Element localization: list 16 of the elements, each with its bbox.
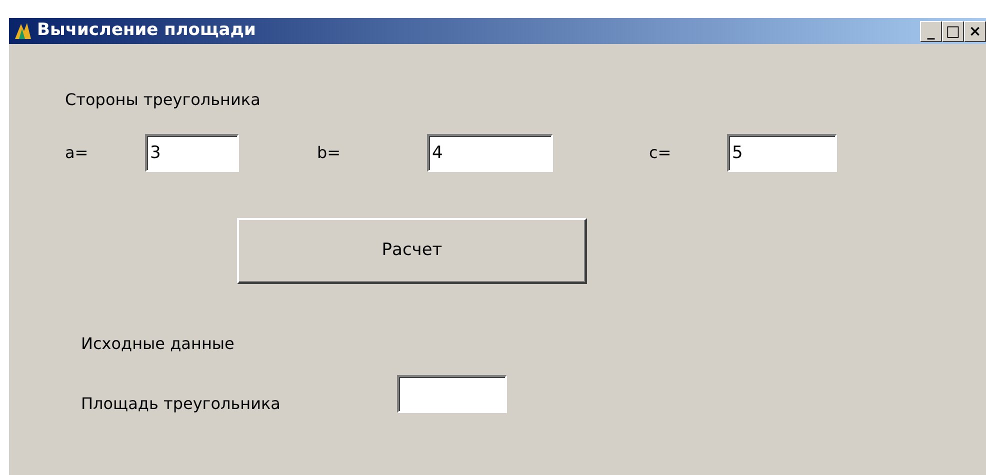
maximize-button[interactable]: □ bbox=[942, 20, 964, 42]
sides-label: Стороны треугольника bbox=[65, 89, 262, 111]
side-label: a= bbox=[65, 142, 90, 164]
minimize-button[interactable]: _ bbox=[920, 20, 942, 42]
side-field[interactable]: 3 bbox=[145, 134, 239, 172]
close-button[interactable]: × bbox=[964, 20, 986, 42]
app-icon bbox=[13, 21, 33, 41]
area-label: Площадь треугольника bbox=[81, 393, 282, 415]
side-field[interactable]: 4 bbox=[427, 134, 553, 172]
side-field[interactable]: 5 bbox=[727, 134, 837, 172]
side-label: b= bbox=[317, 142, 342, 164]
window-title: Вычисление площади bbox=[37, 19, 256, 42]
calculate-button[interactable]: Расчет bbox=[237, 218, 587, 284]
area-field[interactable] bbox=[397, 375, 507, 413]
input-data-label: Исходные данные bbox=[81, 333, 236, 355]
side-label: c= bbox=[649, 142, 672, 164]
